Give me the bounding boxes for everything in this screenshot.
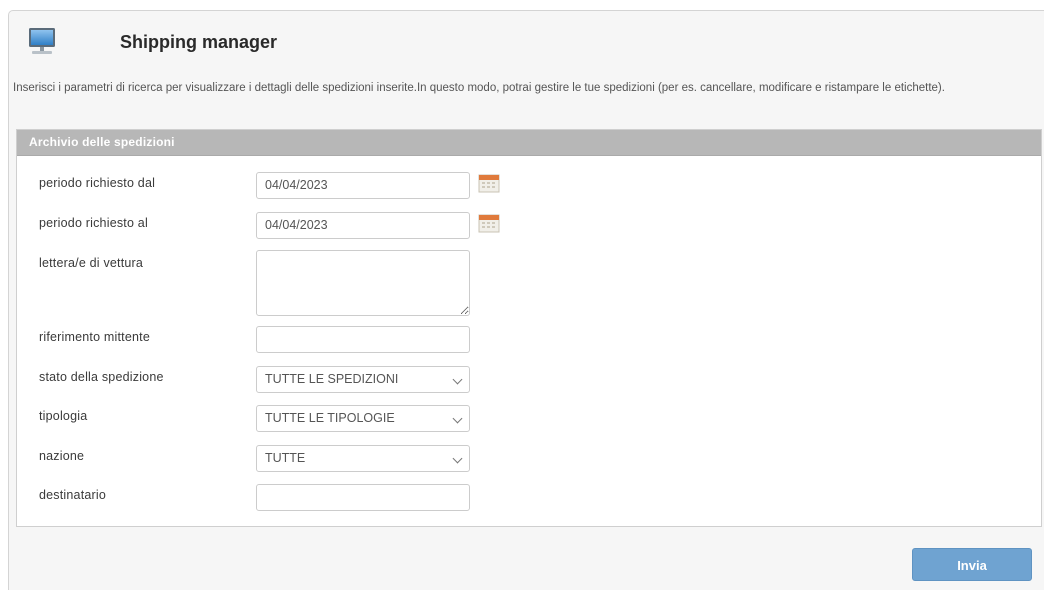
date-from-input[interactable]: 04/04/2023 xyxy=(256,172,470,199)
country-label: nazione xyxy=(39,449,85,463)
monitor-icon xyxy=(29,28,55,54)
shipment-archive-panel: Archivio delle spedizioni periodo richie… xyxy=(16,129,1042,527)
sender-reference-input[interactable] xyxy=(256,326,470,353)
calendar-icon[interactable] xyxy=(478,173,500,193)
type-select[interactable]: TUTTE LE TIPOLOGIE xyxy=(256,405,470,432)
chevron-down-icon xyxy=(452,413,463,424)
date-to-input[interactable]: 04/04/2023 xyxy=(256,212,470,239)
recipient-label: destinatario xyxy=(39,488,107,502)
submit-button[interactable]: Invia xyxy=(912,548,1032,581)
chevron-down-icon xyxy=(452,374,463,385)
date-to-label: periodo richiesto al xyxy=(39,216,148,230)
chevron-down-icon xyxy=(452,453,463,464)
sender-reference-label: riferimento mittente xyxy=(39,330,150,344)
calendar-icon[interactable] xyxy=(478,213,500,233)
page-description: Inserisci i parametri di ricerca per vis… xyxy=(13,82,945,94)
page-header: Shipping manager xyxy=(24,26,924,66)
shipment-status-label: stato della spedizione xyxy=(39,370,164,384)
page-title: Shipping manager xyxy=(120,32,278,52)
type-value: TUTTE LE TIPOLOGIE xyxy=(265,411,395,425)
date-from-label: periodo richiesto dal xyxy=(39,176,156,190)
country-select[interactable]: TUTTE xyxy=(256,445,470,472)
panel-title: Archivio delle spedizioni xyxy=(17,130,1041,156)
shipment-status-select[interactable]: TUTTE LE SPEDIZIONI xyxy=(256,366,470,393)
recipient-input[interactable] xyxy=(256,484,470,511)
waybills-textarea[interactable] xyxy=(256,250,470,316)
waybills-label: lettera/e di vettura xyxy=(39,256,144,270)
shipment-status-value: TUTTE LE SPEDIZIONI xyxy=(265,372,399,386)
type-label: tipologia xyxy=(39,409,88,423)
country-value: TUTTE xyxy=(265,451,306,465)
